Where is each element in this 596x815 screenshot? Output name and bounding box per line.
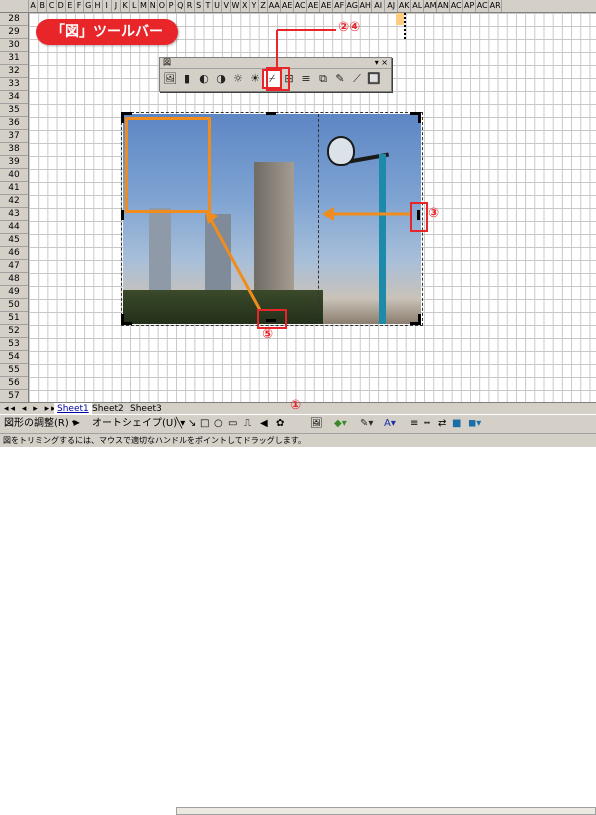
clipart-icon[interactable]: ✿: [276, 417, 284, 431]
diagram-icon[interactable]: ◀: [260, 417, 268, 431]
step-label-5: ⑤: [262, 327, 274, 342]
spreadsheet-area: A B C D E F G H I J K L M N O P Q R S T U V W X Y Z AA AE AC AE AE AF AG…: [0, 0, 596, 402]
arrow-style-icon[interactable]: ⇄: [438, 417, 446, 431]
line-icon[interactable]: ╲: [176, 417, 182, 431]
annotation-arrows: [205, 29, 412, 311]
font-color-icon[interactable]: A▾: [384, 417, 396, 431]
select-pointer-icon[interactable]: ➤: [72, 417, 80, 431]
rectangle-icon[interactable]: □: [200, 417, 209, 431]
wordart-icon[interactable]: ⎍: [244, 417, 251, 431]
arrow-to-frame: [208, 217, 262, 311]
horizontal-scrollbar[interactable]: [176, 807, 596, 815]
drawing-toolbar: 図形の調整(R) ▾ ➤ オートシェイプ(U) ▾ ╲ ↘ □ ○ ▭ ⎍ ◀ …: [0, 414, 596, 434]
crop-tool-highlight: [266, 67, 290, 91]
oval-icon[interactable]: ○: [214, 417, 223, 431]
shadow-icon[interactable]: ■: [452, 417, 461, 431]
step-label-1: ①: [290, 398, 302, 413]
fill-color-icon[interactable]: ◆▾: [334, 417, 347, 431]
right-handle-highlight: [410, 202, 428, 232]
adjust-shape-menu[interactable]: 図形の調整(R) ▾: [4, 417, 77, 431]
arrow-head-divider: [322, 207, 334, 221]
step-label-2-4: ②④: [338, 20, 361, 35]
status-bar: 図をトリミングするには、マウスで適切なハンドルをポイントしてドラッグします。: [0, 433, 596, 447]
textbox-icon[interactable]: ▭: [228, 417, 237, 431]
step-label-3: ③: [428, 206, 440, 221]
autoshape-menu[interactable]: オートシェイプ(U) ▾: [92, 417, 185, 431]
arrow-icon[interactable]: ↘: [188, 417, 196, 431]
insert-picture-icon[interactable]: 🖼: [310, 417, 323, 431]
line-color-icon[interactable]: ✎▾: [360, 417, 373, 431]
3d-icon[interactable]: ◼▾: [468, 417, 481, 431]
bottom-handle-highlight: [257, 309, 287, 329]
dash-style-icon[interactable]: ┅: [424, 417, 430, 431]
line-style-icon[interactable]: ≡: [410, 417, 418, 431]
